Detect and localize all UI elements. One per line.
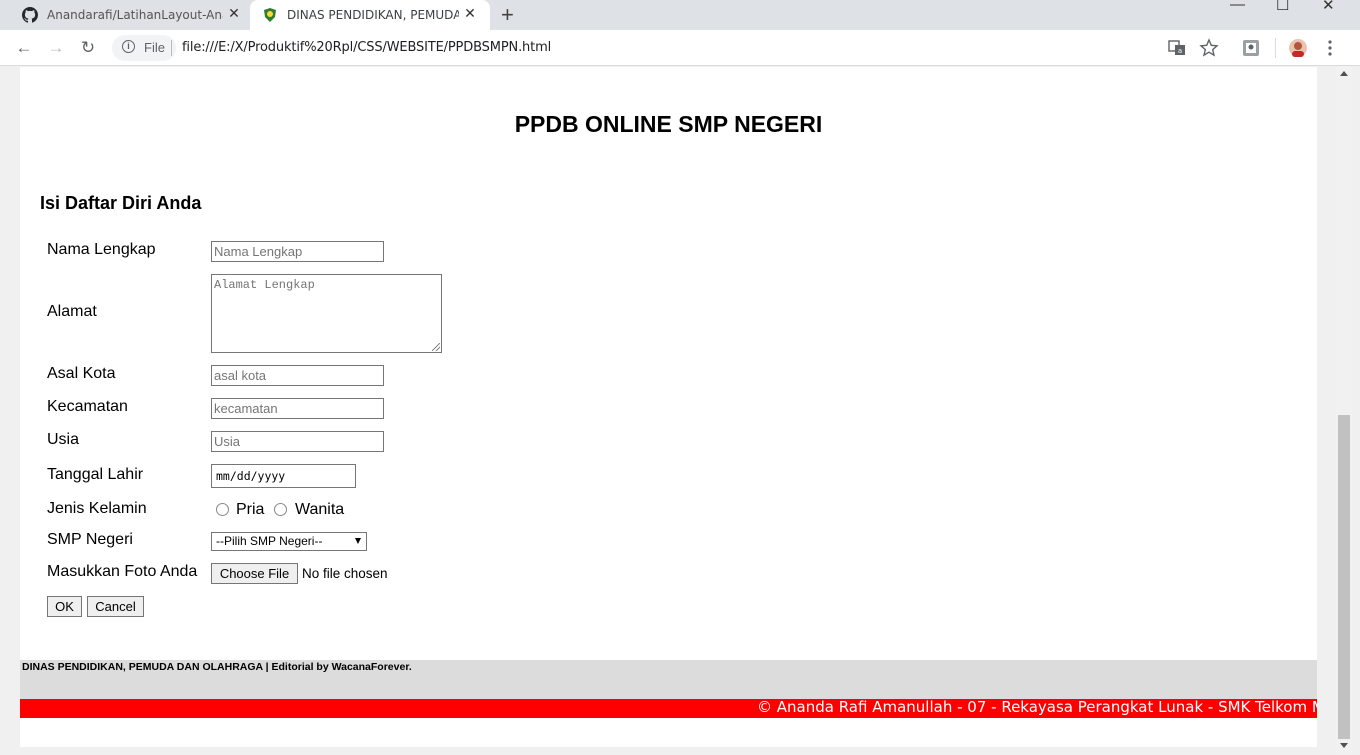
reload-icon[interactable]: ↻ (77, 37, 99, 59)
scroll-down-icon[interactable] (1340, 743, 1348, 748)
scroll-thumb[interactable] (1338, 415, 1350, 739)
date-value: mm/dd/yyyy (216, 469, 286, 483)
address-separator (171, 40, 172, 56)
section-title: Isi Daftar Diri Anda (40, 193, 202, 213)
github-icon (22, 7, 38, 23)
alamat-textarea[interactable]: Alamat Lengkap (211, 274, 442, 353)
nama-input[interactable] (211, 241, 384, 262)
tab-github[interactable]: Anandarafi/LatihanLayout-Ananda ✕ (0, 0, 250, 30)
tab-strip: Anandarafi/LatihanLayout-Ananda ✕ DINAS … (0, 0, 1360, 30)
window-close-button[interactable]: ✕ (1322, 0, 1335, 14)
usia-input[interactable] (211, 431, 384, 452)
page-viewport: PPDB ONLINE SMP NEGERI Isi Daftar Diri A… (0, 67, 1360, 755)
dropdown-arrow-icon (355, 538, 361, 544)
file-status: No file chosen (302, 566, 388, 581)
page-title: PPDB ONLINE SMP NEGERI (514, 111, 823, 137)
smp-select-value: --Pilih SMP Negeri-- (216, 534, 323, 548)
tab-close-button[interactable]: ✕ (226, 6, 242, 22)
footer: DINAS PENDIDIKAN, PEMUDA DAN OLAHRAGA | … (20, 660, 1317, 699)
dinas-logo-icon (264, 8, 276, 22)
scheme-label: File (144, 40, 165, 55)
ok-button[interactable]: OK (47, 596, 82, 617)
label-kecamatan: Kecamatan (47, 398, 128, 415)
label-foto: Masukkan Foto Anda (47, 563, 198, 580)
extension-icon[interactable] (1241, 38, 1261, 58)
kecamatan-input[interactable] (211, 398, 384, 419)
svg-text:a: a (1178, 47, 1182, 55)
page-content: PPDB ONLINE SMP NEGERI Isi Daftar Diri A… (20, 67, 1317, 747)
label-kota: Asal Kota (47, 365, 116, 382)
scroll-up-icon[interactable] (1340, 71, 1348, 76)
tanggal-date-input[interactable]: mm/dd/yyyy (211, 464, 356, 488)
radio-wanita[interactable] (274, 503, 287, 516)
radio-wanita-label: Wanita (295, 501, 345, 518)
url-text[interactable]: file:///E:/X/Produktif%20Rpl/CSS/WEBSITE… (182, 40, 551, 55)
info-icon: i (122, 40, 135, 53)
maximize-button[interactable]: ☐ (1276, 0, 1289, 14)
label-nama: Nama Lengkap (47, 241, 156, 258)
tab-dinas[interactable]: DINAS PENDIDIKAN, PEMUDA DAN OLAHRAGA ✕ (250, 0, 490, 30)
cancel-button[interactable]: Cancel (87, 596, 144, 617)
alamat-placeholder: Alamat Lengkap (214, 278, 315, 292)
new-tab-button[interactable]: + (501, 2, 514, 28)
label-tanggal: Tanggal Lahir (47, 466, 144, 483)
label-smp: SMP Negeri (47, 531, 133, 548)
address-bar[interactable]: i File file:///E:/X/Produktif%20Rpl/CSS/… (110, 34, 1230, 62)
minimize-button[interactable]: — (1230, 0, 1245, 13)
window-edge (1352, 67, 1360, 755)
tab-title: Anandarafi/LatihanLayout-Ananda (47, 8, 223, 22)
marquee-banner: © Ananda Rafi Amanullah - 07 - Rekayasa … (20, 699, 1317, 718)
bookmark-star-icon[interactable] (1199, 38, 1219, 58)
vertical-scrollbar[interactable] (1336, 67, 1352, 755)
translate-icon[interactable]: a (1167, 38, 1187, 58)
forward-icon[interactable]: → (45, 37, 67, 59)
menu-kebab-icon[interactable] (1320, 38, 1340, 58)
smp-select[interactable]: --Pilih SMP Negeri-- (211, 532, 367, 551)
toolbar-divider (1275, 38, 1276, 58)
radio-pria[interactable] (216, 503, 229, 516)
resize-grip-icon[interactable] (432, 343, 440, 351)
browser-toolbar: ← → ↻ i File file:///E:/X/Produktif%20Rp… (0, 30, 1360, 66)
label-usia: Usia (47, 431, 80, 448)
label-alamat: Alamat (47, 303, 97, 320)
marquee-text: © Ananda Rafi Amanullah - 07 - Rekayasa … (757, 699, 1317, 716)
choose-file-button[interactable]: Choose File (211, 563, 298, 584)
back-icon[interactable]: ← (13, 37, 35, 59)
radio-pria-label: Pria (236, 501, 265, 518)
label-kelamin: Jenis Kelamin (47, 500, 147, 517)
kota-input[interactable] (211, 365, 384, 386)
footer-text: DINAS PENDIDIKAN, PEMUDA DAN OLAHRAGA | … (22, 661, 412, 673)
tab-title: DINAS PENDIDIKAN, PEMUDA DAN OLAHRAGA (287, 8, 459, 22)
tab-close-button[interactable]: ✕ (462, 6, 478, 22)
profile-avatar-icon[interactable] (1288, 38, 1308, 58)
